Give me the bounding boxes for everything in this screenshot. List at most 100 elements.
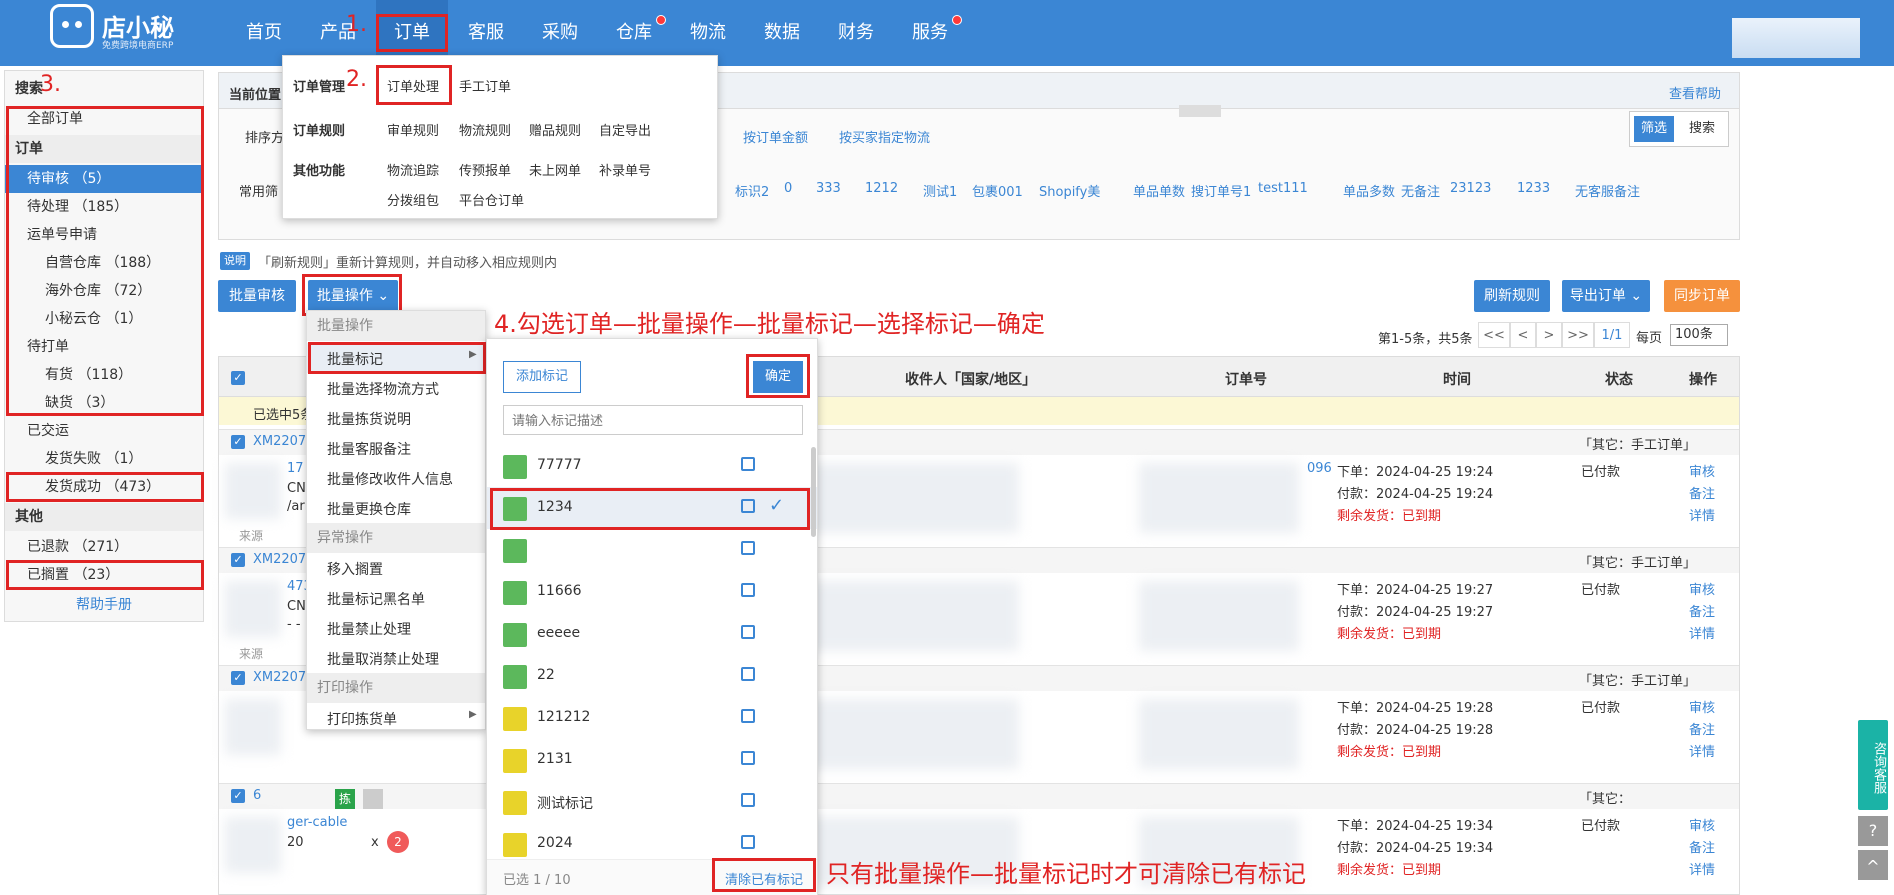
menu-item-forecast[interactable]: 传预报单 — [459, 160, 511, 179]
common-tag[interactable]: 1212 — [865, 181, 898, 196]
logo[interactable]: 店小秘 免费跨境电商ERP — [46, 2, 186, 54]
select-all-checkbox[interactable]: ✓ — [231, 371, 245, 385]
order-action-link[interactable]: 详情 — [1689, 741, 1715, 760]
product-snippet[interactable]: 17 — [287, 461, 304, 476]
menu-item-batch-logistics[interactable]: 批量选择物流方式 — [327, 379, 439, 399]
common-tag[interactable]: 无备注 — [1401, 181, 1440, 200]
product-snippet[interactable]: ger-cable — [287, 815, 347, 830]
menu-item-batch-edit-recipient[interactable]: 批量修改收件人信息 — [327, 469, 453, 489]
sidebar-item-cloud-warehouse[interactable]: 小秘云仓 （1） — [5, 305, 203, 333]
menu-item-not-online[interactable]: 未上网单 — [529, 160, 581, 179]
batch-operations-button[interactable]: 批量操作 ⌄ — [308, 280, 398, 312]
sync-orders-button[interactable]: 同步订单 — [1664, 280, 1740, 312]
order-action-link[interactable]: 详情 — [1689, 859, 1715, 878]
order-action-link[interactable]: 审核 — [1689, 815, 1715, 834]
sidebar-item-to-print[interactable]: 待打单 — [5, 333, 203, 361]
help-manual-link[interactable]: 帮助手册 — [5, 591, 203, 619]
order-checkbox[interactable]: ✓ — [231, 553, 245, 567]
tag-row[interactable]: 121212 — [487, 697, 817, 739]
common-tag[interactable]: 无客服备注 — [1575, 181, 1640, 200]
sidebar-item-own-warehouse[interactable]: 自营仓库 （188） — [5, 249, 203, 277]
tag-row[interactable]: 测试标记 — [487, 781, 817, 823]
order-action-link[interactable]: 审核 — [1689, 697, 1715, 716]
user-account-area[interactable] — [1732, 18, 1860, 58]
per-page-select[interactable]: 100条 — [1670, 324, 1728, 346]
menu-item-batch-change-warehouse[interactable]: 批量更换仓库 — [327, 499, 411, 519]
edit-icon[interactable] — [741, 709, 755, 723]
edit-icon[interactable] — [741, 793, 755, 807]
common-tag[interactable]: 单品多数 — [1343, 181, 1395, 200]
sidebar-item-ship-failed[interactable]: 发货失败 （1） — [5, 445, 203, 473]
order-action-link[interactable]: 详情 — [1689, 505, 1715, 524]
menu-item-blacklist[interactable]: 批量标记黑名单 — [327, 589, 425, 609]
menu-item-print-pick-list[interactable]: 打印拣货单 — [327, 709, 397, 729]
nav-finance[interactable]: 财务 — [820, 0, 892, 66]
edit-icon[interactable] — [741, 457, 755, 471]
order-action-link[interactable]: 详情 — [1689, 623, 1715, 642]
next-page-button[interactable]: > — [1536, 322, 1562, 348]
sidebar-item-shipped[interactable]: 已交运 — [5, 417, 203, 445]
tag-row[interactable]: 1234 ✓ — [487, 487, 817, 529]
edit-icon[interactable] — [741, 667, 755, 681]
order-id-link[interactable]: 6 — [253, 788, 261, 803]
common-tag[interactable]: 333 — [816, 181, 841, 196]
common-tag[interactable]: Shopify美 — [1039, 181, 1100, 200]
order-checkbox[interactable]: ✓ — [231, 789, 245, 803]
tag-row[interactable]: 77777 — [487, 445, 817, 487]
order-action-link[interactable]: 备注 — [1689, 601, 1715, 620]
order-checkbox[interactable]: ✓ — [231, 671, 245, 685]
sidebar-item-out-of-stock[interactable]: 缺货 （3） — [5, 389, 203, 417]
menu-item-logistics-rules[interactable]: 物流规则 — [459, 120, 511, 139]
sidebar-item-ship-success[interactable]: 发货成功 （473） — [5, 473, 203, 501]
edit-icon[interactable] — [741, 835, 755, 849]
edit-icon[interactable] — [741, 625, 755, 639]
menu-item-supplement[interactable]: 补录单号 — [599, 160, 651, 179]
order-checkbox[interactable]: ✓ — [231, 435, 245, 449]
edit-icon[interactable] — [741, 583, 755, 597]
order-no-tail[interactable]: 096 — [1307, 461, 1332, 476]
menu-item-move-to-shelved[interactable]: 移入搁置 — [327, 559, 383, 579]
menu-item-batch-mark[interactable]: 批量标记 — [327, 349, 383, 369]
sidebar-item-shelved[interactable]: 已搁置 （23） — [5, 561, 203, 589]
tag-row[interactable]: 22 — [487, 655, 817, 697]
sidebar-item-all-orders[interactable]: 全部订单 — [5, 105, 203, 133]
menu-item-audit-rules[interactable]: 审单规则 — [387, 120, 439, 139]
menu-item-tracking[interactable]: 物流追踪 — [387, 160, 439, 179]
tag-row[interactable]: 11666 — [487, 571, 817, 613]
edit-icon[interactable] — [741, 541, 755, 555]
sort-by-amount[interactable]: 按订单金额 — [743, 127, 808, 146]
tag-row[interactable]: 2131 — [487, 739, 817, 781]
first-page-button[interactable]: << — [1478, 322, 1510, 348]
tag-row[interactable]: eeeee — [487, 613, 817, 655]
common-tag[interactable]: 0 — [784, 181, 792, 196]
common-tag[interactable]: 搜订单号1 — [1191, 181, 1251, 200]
common-tag[interactable]: 单品单数 — [1133, 181, 1185, 200]
source-dropdown[interactable]: 来源 — [239, 527, 263, 544]
order-action-link[interactable]: 备注 — [1689, 483, 1715, 502]
source-dropdown[interactable]: 来源 — [239, 645, 263, 662]
sidebar-item-to-process[interactable]: 待处理 （185） — [5, 193, 203, 221]
menu-item-batch-cs-note[interactable]: 批量客服备注 — [327, 439, 411, 459]
menu-item-forbid[interactable]: 批量禁止处理 — [327, 619, 411, 639]
sidebar-item-pending-review[interactable]: 待审核 （5） — [5, 165, 203, 193]
batch-audit-button[interactable]: 批量审核 — [218, 280, 296, 312]
order-action-link[interactable]: 审核 — [1689, 579, 1715, 598]
order-action-link[interactable]: 备注 — [1689, 719, 1715, 738]
menu-item-order-process[interactable]: 订单处理 — [387, 76, 439, 95]
common-tag[interactable]: 包裹001 — [972, 181, 1023, 200]
view-help-link[interactable]: 查看帮助 — [1669, 83, 1721, 102]
search-tab[interactable]: 搜索 — [1680, 116, 1724, 142]
filter-tab[interactable]: 筛选 — [1634, 116, 1674, 142]
common-tag[interactable]: 23123 — [1450, 181, 1491, 196]
back-to-top-icon[interactable]: ^ — [1858, 850, 1888, 880]
sidebar-item-refunded[interactable]: 已退款 （271） — [5, 533, 203, 561]
last-page-button[interactable]: >> — [1562, 322, 1594, 348]
sort-by-logistics[interactable]: 按买家指定物流 — [839, 127, 930, 146]
export-orders-button[interactable]: 导出订单 ⌄ — [1562, 280, 1650, 312]
refresh-rules-button[interactable]: 刷新规则 — [1474, 280, 1550, 312]
nav-data[interactable]: 数据 — [746, 0, 818, 66]
clear-tags-link[interactable]: 清除已有标记 — [725, 869, 803, 888]
sidebar-item-in-stock[interactable]: 有货 （118） — [5, 361, 203, 389]
edit-icon[interactable] — [741, 499, 755, 513]
edit-icon[interactable] — [741, 751, 755, 765]
